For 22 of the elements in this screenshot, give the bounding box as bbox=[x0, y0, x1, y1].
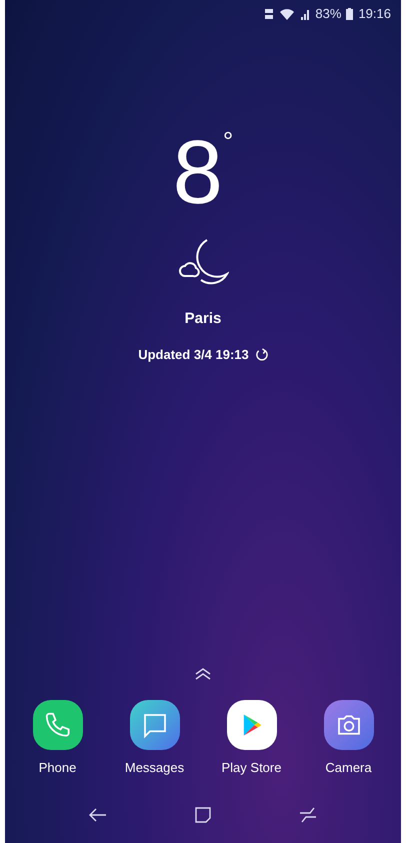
chevron-up-icon[interactable] bbox=[194, 668, 212, 680]
back-icon[interactable] bbox=[89, 808, 107, 822]
degree-unit: ° bbox=[222, 128, 234, 154]
chat-bubble-app-icon[interactable] bbox=[130, 700, 180, 750]
recent-apps-icon[interactable] bbox=[299, 807, 317, 823]
app-label: Messages bbox=[124, 758, 184, 777]
wifi-icon bbox=[279, 8, 296, 20]
refresh-icon[interactable] bbox=[254, 348, 268, 361]
clock-time: 19:16 bbox=[358, 5, 391, 24]
app-label: Play Store bbox=[222, 758, 282, 777]
play-triangle-app-icon[interactable] bbox=[226, 700, 276, 750]
city-name: Paris bbox=[184, 309, 222, 329]
home-icon[interactable] bbox=[195, 807, 211, 823]
camera-app-icon[interactable] bbox=[324, 700, 374, 750]
battery-percent: 83% bbox=[315, 5, 342, 24]
phone-app-icon[interactable] bbox=[32, 700, 82, 750]
battery-icon bbox=[346, 8, 354, 20]
app-label: Camera bbox=[325, 758, 372, 776]
temperature: 8 bbox=[172, 128, 223, 218]
updated-time: Updated 3/4 19:13 bbox=[138, 346, 249, 364]
app-label: Phone bbox=[38, 758, 76, 776]
signal-icon bbox=[300, 8, 310, 20]
